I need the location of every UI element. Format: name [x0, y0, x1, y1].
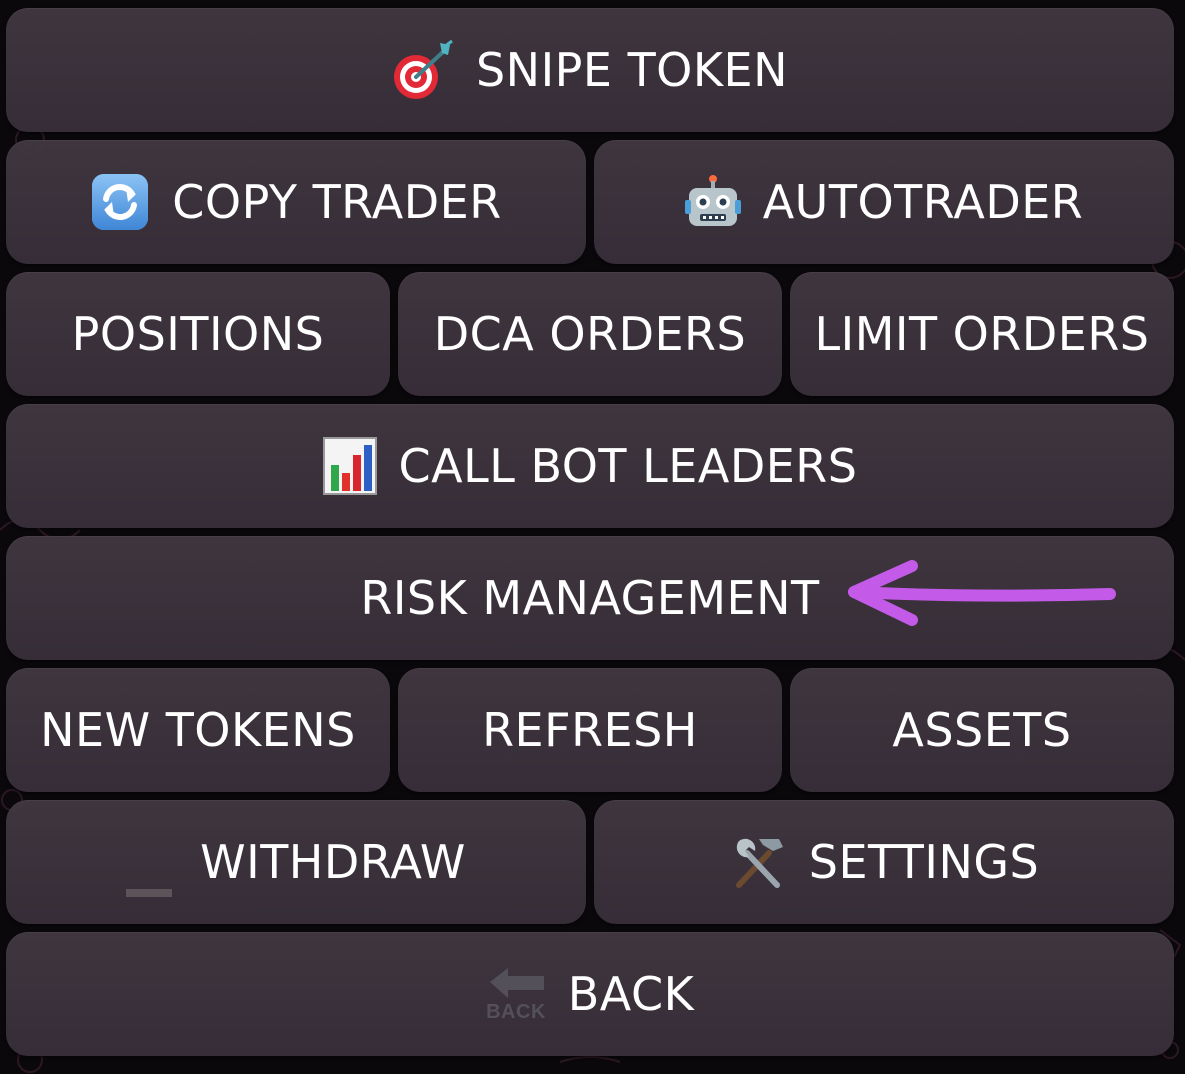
direct-hit-target-icon: [392, 39, 454, 101]
back-arrow-icon: BACK: [486, 966, 546, 1023]
keyboard-row-4: CALL BOT LEADERS: [6, 404, 1174, 528]
keyboard-row-3: POSITIONS DCA ORDERS LIMIT ORDERS: [6, 272, 1174, 396]
snipe-token-button[interactable]: SNIPE TOKEN: [6, 8, 1174, 132]
snipe-token-label: SNIPE TOKEN: [475, 43, 789, 97]
keyboard-row-2: COPY TRADER AUTOTRADER: [6, 140, 1174, 264]
copy-trader-label: COPY TRADER: [172, 175, 502, 229]
limit-orders-button[interactable]: LIMIT ORDERS: [790, 272, 1174, 396]
keyboard-row-1: SNIPE TOKEN: [6, 8, 1174, 132]
autotrader-button[interactable]: AUTOTRADER: [594, 140, 1174, 264]
limit-orders-label: LIMIT ORDERS: [814, 307, 1150, 361]
bar-chart-icon: [322, 437, 377, 495]
keyboard-row-8: BACK BACK: [6, 932, 1174, 1056]
call-bot-leaders-button[interactable]: CALL BOT LEADERS: [6, 404, 1174, 528]
settings-label: SETTINGS: [808, 835, 1040, 889]
dca-orders-label: DCA ORDERS: [433, 307, 747, 361]
new-tokens-button[interactable]: NEW TOKENS: [6, 668, 390, 792]
refresh-label: REFRESH: [482, 703, 698, 757]
withdraw-label: WITHDRAW: [200, 835, 466, 889]
back-icon-text: BACK: [486, 1001, 546, 1022]
withdraw-button[interactable]: WITHDRAW: [6, 800, 586, 924]
robot-icon: [684, 174, 741, 230]
positions-button[interactable]: POSITIONS: [6, 272, 390, 396]
annotation-arrow: [848, 560, 1116, 626]
arrows-refresh-icon: [90, 172, 150, 232]
keyboard-row-6: NEW TOKENS REFRESH ASSETS: [6, 668, 1174, 792]
refresh-button[interactable]: REFRESH: [398, 668, 782, 792]
back-button[interactable]: BACK BACK: [6, 932, 1174, 1056]
positions-label: POSITIONS: [71, 307, 325, 361]
keyboard-row-7: WITHDRAW SETTINGS: [6, 800, 1174, 924]
call-bot-leaders-label: CALL BOT LEADERS: [398, 439, 858, 493]
risk-management-label: RISK MANAGEMENT: [360, 571, 820, 625]
autotrader-label: AUTOTRADER: [762, 175, 1084, 229]
dca-orders-button[interactable]: DCA ORDERS: [398, 272, 782, 396]
hammer-wrench-icon: [729, 833, 787, 891]
settings-button[interactable]: SETTINGS: [594, 800, 1174, 924]
new-tokens-label: NEW TOKENS: [40, 703, 356, 757]
back-label: BACK: [567, 967, 695, 1021]
bot-reply-keyboard: SNIPE TOKEN COPY TRADER AUTOTRADER POSIT…: [6, 8, 1174, 1058]
assets-label: ASSETS: [892, 703, 1072, 757]
copy-trader-button[interactable]: COPY TRADER: [6, 140, 586, 264]
assets-button[interactable]: ASSETS: [790, 668, 1174, 792]
minus-icon: [126, 856, 173, 897]
